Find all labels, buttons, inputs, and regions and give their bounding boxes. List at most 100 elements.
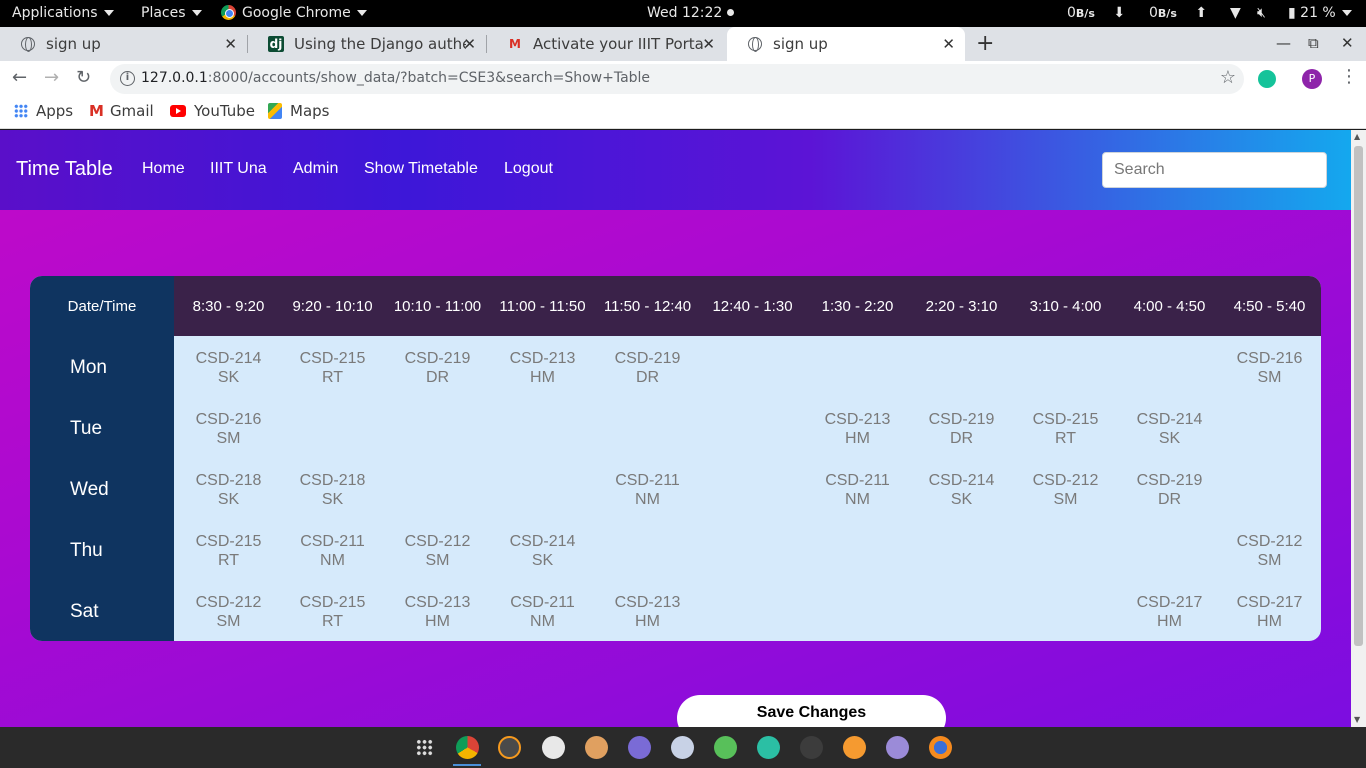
timetable-cell[interactable] — [493, 458, 592, 519]
address-bar[interactable]: i 127.0.0.1:8000/accounts/show_data/?bat… — [110, 64, 1244, 94]
timetable-cell[interactable]: CSD-213 HM — [802, 397, 913, 458]
nav-home[interactable]: Home — [142, 160, 185, 178]
timetable-cell[interactable] — [283, 397, 382, 458]
close-icon[interactable]: ✕ — [702, 35, 715, 53]
timetable-cell[interactable]: CSD-212 SM — [174, 580, 283, 641]
timetable-cell[interactable] — [913, 519, 1010, 580]
forward-icon[interactable]: → — [44, 67, 59, 88]
scroll-down-icon[interactable]: ▼ — [1354, 715, 1360, 724]
nav-admin[interactable]: Admin — [293, 160, 338, 178]
text-editor-icon[interactable] — [671, 736, 694, 759]
timetable-cell[interactable] — [1218, 397, 1321, 458]
timetable-cell[interactable] — [703, 336, 802, 397]
save-changes-button[interactable]: Save Changes — [677, 695, 946, 727]
timetable-cell[interactable]: CSD-212 SM — [382, 519, 493, 580]
places-menu[interactable]: Places — [141, 5, 202, 21]
timetable-cell[interactable]: CSD-217 HM — [1218, 580, 1321, 641]
timetable-cell[interactable] — [382, 458, 493, 519]
atom-icon[interactable] — [542, 736, 565, 759]
timetable-cell[interactable] — [802, 336, 913, 397]
bookmark-apps[interactable]: Apps — [14, 102, 73, 120]
reload-icon[interactable]: ↻ — [76, 67, 91, 88]
timetable-cell[interactable]: CSD-213 HM — [592, 580, 703, 641]
app-menu[interactable]: Google Chrome — [221, 5, 367, 21]
tweaks-icon[interactable] — [714, 736, 737, 759]
info-icon[interactable]: i — [120, 71, 135, 86]
url-text[interactable]: 127.0.0.1:8000/accounts/show_data/?batch… — [141, 70, 650, 86]
timetable-cell[interactable]: CSD-218 SK — [174, 458, 283, 519]
timetable-cell[interactable] — [493, 397, 592, 458]
bookmark-youtube[interactable]: YouTube — [170, 102, 255, 120]
window-close-icon[interactable]: ✕ — [1341, 34, 1354, 52]
timetable-cell[interactable]: CSD-211 NM — [283, 519, 382, 580]
timetable-cell[interactable]: CSD-215 RT — [283, 336, 382, 397]
timetable-cell[interactable]: CSD-218 SK — [283, 458, 382, 519]
timetable-cell[interactable] — [703, 519, 802, 580]
files-icon[interactable] — [628, 736, 651, 759]
battery-indicator[interactable]: ▮ 21 % — [1288, 5, 1352, 21]
timetable-cell[interactable] — [1010, 580, 1121, 641]
terminal-icon[interactable] — [800, 736, 823, 759]
menu-kebab-icon[interactable]: ⋮ — [1340, 66, 1358, 87]
nav-show-timetable[interactable]: Show Timetable — [364, 160, 478, 178]
tab-django-auth[interactable]: dj Using the Django authentication syste… — [248, 27, 486, 61]
bookmark-gmail[interactable]: M Gmail — [89, 102, 154, 120]
timetable-cell[interactable]: CSD-219 DR — [382, 336, 493, 397]
nav-logout[interactable]: Logout — [504, 160, 553, 178]
timetable-cell[interactable] — [703, 397, 802, 458]
restore-icon[interactable]: ⧉ — [1308, 34, 1319, 52]
timetable-cell[interactable]: CSD-217 HM — [1121, 580, 1218, 641]
timetable-cell[interactable]: CSD-219 DR — [1121, 458, 1218, 519]
back-icon[interactable]: ← — [12, 67, 27, 88]
tab-activate-portal[interactable]: M Activate your IIIT Portal account ✕ — [487, 27, 725, 61]
bookmark-maps[interactable]: Maps — [268, 102, 329, 120]
timetable-cell[interactable] — [802, 580, 913, 641]
timetable-cell[interactable] — [1121, 336, 1218, 397]
bookmark-star-icon[interactable]: ☆ — [1220, 67, 1236, 88]
vertical-scrollbar[interactable]: ▲ ▼ — [1351, 130, 1366, 727]
timetable-cell[interactable]: CSD-219 DR — [592, 336, 703, 397]
archive-manager-icon[interactable] — [585, 736, 608, 759]
timetable-cell[interactable]: CSD-215 RT — [1010, 397, 1121, 458]
tab-sign-up-active[interactable]: sign up ✕ — [727, 27, 965, 61]
timetable-cell[interactable] — [592, 397, 703, 458]
scrollbar-thumb[interactable] — [1354, 146, 1363, 646]
timetable-cell[interactable]: CSD-213 HM — [493, 336, 592, 397]
wifi-icon[interactable]: ▼ — [1230, 5, 1241, 21]
timetable-cell[interactable] — [1218, 458, 1321, 519]
timetable-cell[interactable]: CSD-215 RT — [283, 580, 382, 641]
timetable-cell[interactable] — [592, 519, 703, 580]
timetable-cell[interactable]: CSD-214 SK — [913, 458, 1010, 519]
applications-menu[interactable]: Applications — [12, 5, 114, 21]
system-monitor-icon[interactable] — [757, 736, 780, 759]
profile-avatar[interactable]: P — [1302, 69, 1322, 89]
timetable-cell[interactable]: CSD-216 SM — [1218, 336, 1321, 397]
timetable-cell[interactable] — [802, 519, 913, 580]
new-tab-icon[interactable]: + — [976, 31, 994, 56]
show-apps-icon[interactable] — [416, 739, 433, 756]
timetable-cell[interactable]: CSD-212 SM — [1218, 519, 1321, 580]
timetable-cell[interactable]: CSD-212 SM — [1010, 458, 1121, 519]
timetable-cell[interactable] — [1010, 336, 1121, 397]
timetable-cell[interactable]: CSD-211 NM — [493, 580, 592, 641]
chrome-icon[interactable] — [456, 736, 479, 759]
close-icon[interactable]: ✕ — [463, 35, 476, 53]
close-icon[interactable]: ✕ — [942, 35, 955, 53]
close-icon[interactable]: ✕ — [224, 35, 237, 53]
sublime-text-icon[interactable] — [498, 736, 521, 759]
documents-icon[interactable] — [843, 736, 866, 759]
timetable-cell[interactable] — [703, 458, 802, 519]
tab-sign-up-1[interactable]: sign up ✕ — [0, 27, 247, 61]
timetable-cell[interactable]: CSD-214 SK — [493, 519, 592, 580]
timetable-cell[interactable] — [382, 397, 493, 458]
search-input[interactable] — [1102, 152, 1327, 188]
timetable-cell[interactable] — [703, 580, 802, 641]
timetable-cell[interactable]: CSD-211 NM — [802, 458, 913, 519]
timetable-cell[interactable]: CSD-219 DR — [913, 397, 1010, 458]
timetable-cell[interactable]: CSD-216 SM — [174, 397, 283, 458]
scroll-up-icon[interactable]: ▲ — [1354, 132, 1360, 141]
site-brand[interactable]: Time Table — [16, 158, 113, 181]
nav-iiit-una[interactable]: IIIT Una — [210, 160, 267, 178]
notes-icon[interactable] — [886, 736, 909, 759]
timetable-cell[interactable]: CSD-211 NM — [592, 458, 703, 519]
